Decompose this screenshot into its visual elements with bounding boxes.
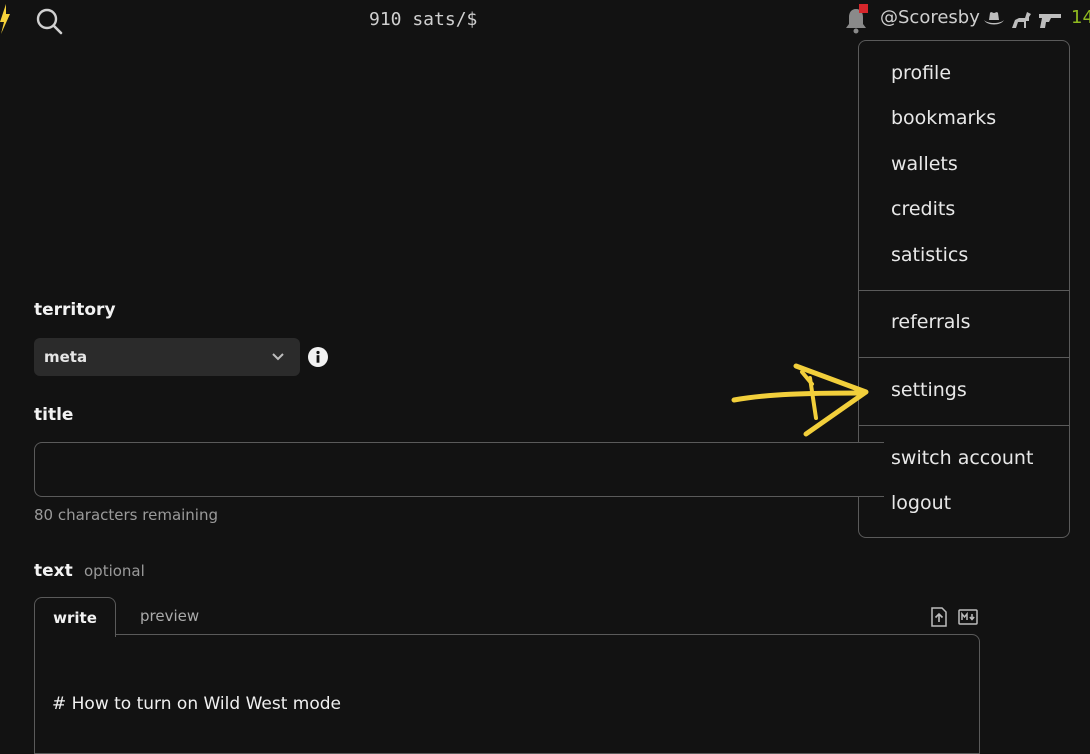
annotation-arrow-icon [731, 363, 869, 437]
menu-item-referrals[interactable]: referrals [891, 311, 971, 333]
upload-icon[interactable] [929, 607, 949, 627]
user-dropdown-menu: profile bookmarks wallets credits satist… [858, 40, 1070, 538]
cowboy-hat-icon [984, 12, 1004, 25]
territory-value: meta [44, 348, 88, 366]
title-input[interactable] [34, 442, 884, 497]
menu-item-bookmarks[interactable]: bookmarks [891, 107, 996, 129]
notification-dot [859, 4, 868, 13]
menu-item-logout[interactable]: logout [891, 492, 951, 514]
exchange-rate[interactable]: 910 sats/$ [369, 9, 477, 30]
info-icon[interactable] [308, 347, 328, 367]
user-badges [983, 8, 1063, 30]
chevron-down-icon [272, 353, 284, 361]
menu-item-wallets[interactable]: wallets [891, 153, 958, 175]
title-label: title [34, 405, 74, 425]
menu-divider [859, 425, 1069, 426]
menu-item-credits[interactable]: credits [891, 198, 955, 220]
horse-icon [1012, 12, 1031, 28]
menu-item-switch-account[interactable]: switch account [891, 447, 1033, 469]
menu-item-profile[interactable]: profile [891, 62, 951, 84]
optional-hint: optional [84, 562, 145, 580]
tab-write[interactable]: write [34, 597, 116, 637]
wallet-balance[interactable]: 14 [1071, 7, 1090, 28]
editor-content[interactable]: # How to turn on Wild West mode [52, 694, 341, 714]
lightning-logo-icon[interactable] [0, 4, 10, 34]
tab-preview[interactable]: preview [140, 607, 199, 625]
characters-remaining: 80 characters remaining [34, 506, 219, 524]
markdown-icon[interactable] [958, 607, 978, 627]
menu-item-satistics[interactable]: satistics [891, 244, 968, 266]
menu-item-settings[interactable]: settings [891, 379, 967, 401]
menu-divider [859, 290, 1069, 291]
notifications-button[interactable] [842, 4, 870, 34]
user-menu-toggle[interactable]: @Scoresby [880, 7, 980, 28]
revolver-icon [1039, 14, 1061, 28]
search-icon[interactable] [34, 6, 64, 36]
menu-divider [859, 357, 1069, 358]
territory-label: territory [34, 300, 116, 320]
text-label: text [34, 561, 73, 581]
territory-select[interactable]: meta [34, 338, 300, 376]
